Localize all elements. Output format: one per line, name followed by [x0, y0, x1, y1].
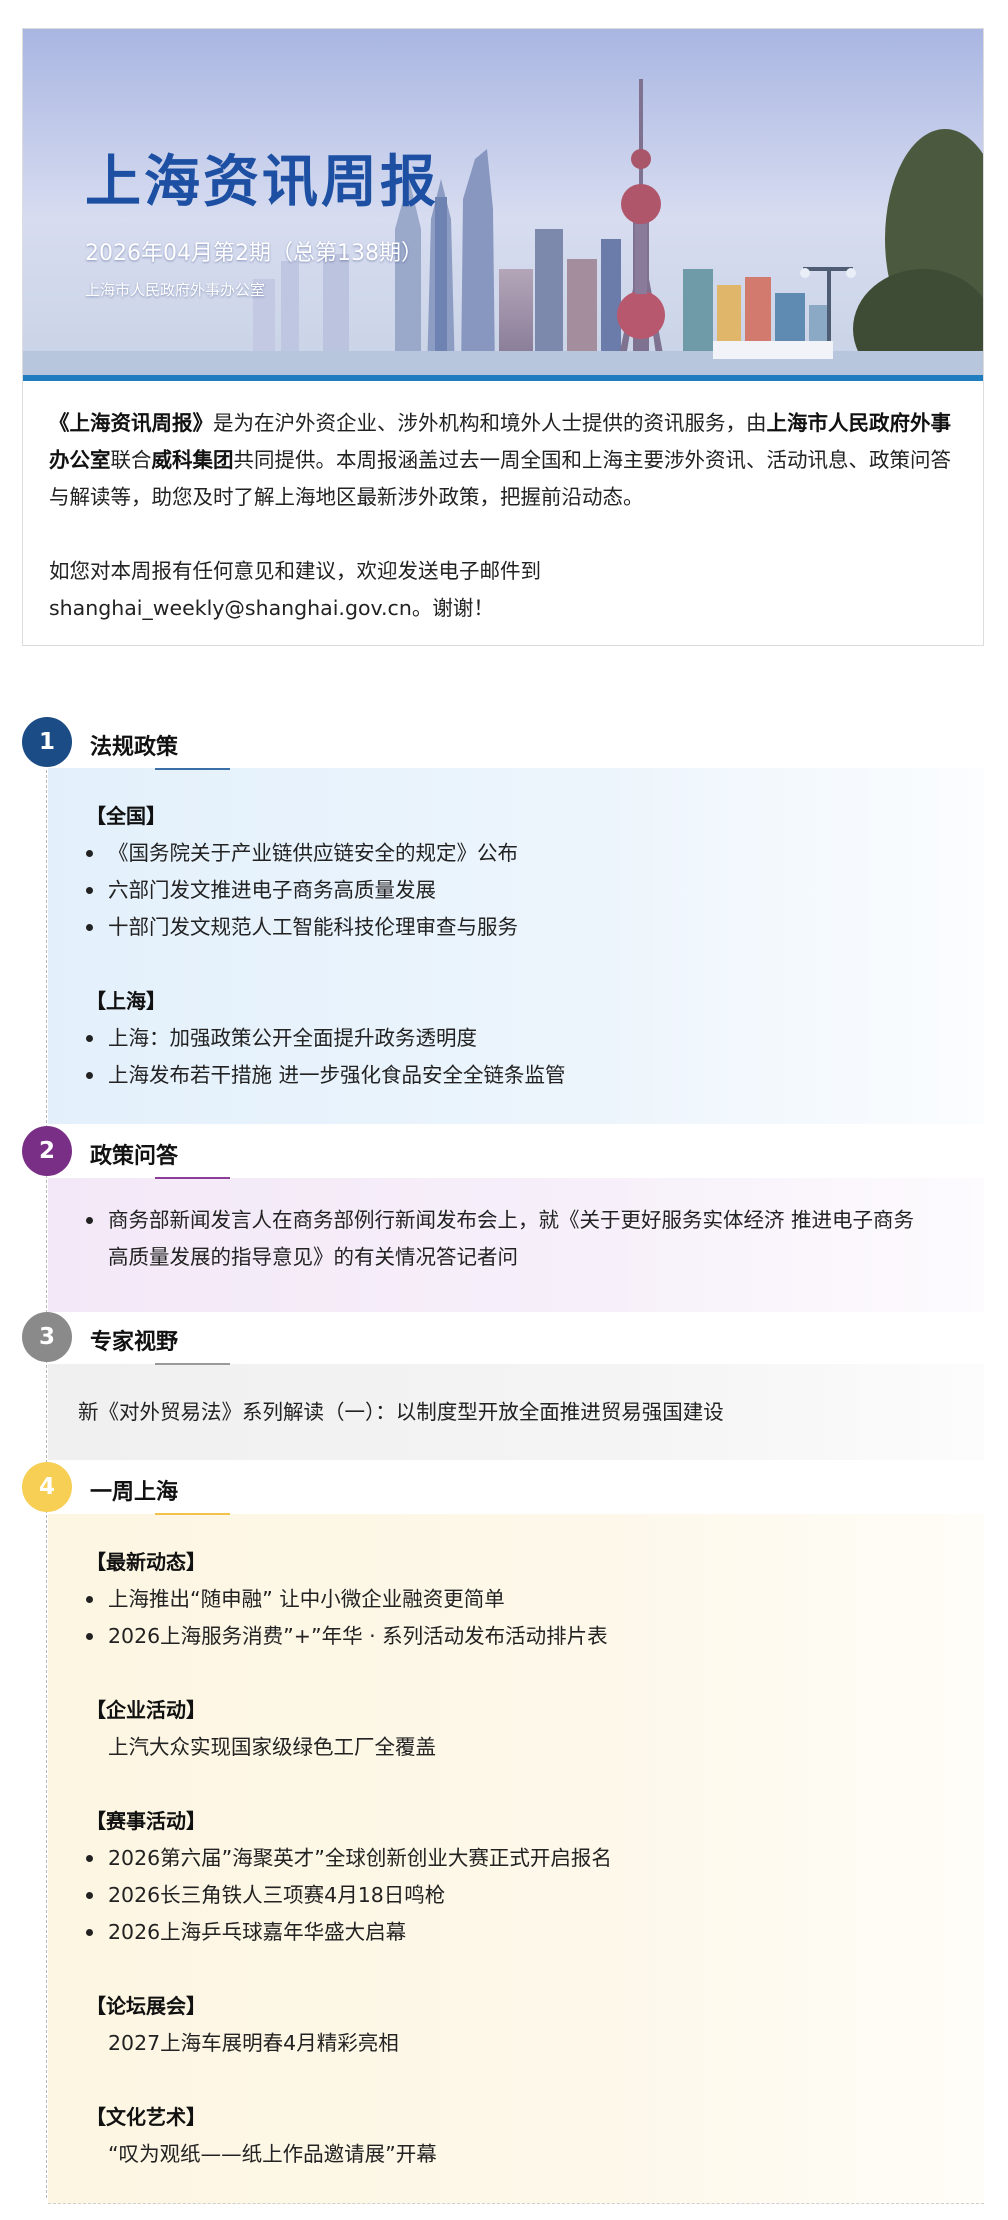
list-item[interactable]: 2027上海车展明春4月精彩亮相 — [48, 2025, 984, 2062]
section-3-title: 专家视野 — [90, 1330, 179, 1355]
section-1-underline — [155, 768, 230, 770]
intro-text: 《上海资讯周报》是为在沪外资企业、涉外机构和境外人士提供的资讯服务，由上海市人民… — [49, 405, 961, 627]
group-label: 【赛事活动】 — [86, 1809, 206, 1833]
list-item-continuation: 高质量发展的指导意见》的有关情况答记者问 — [108, 1245, 518, 1269]
list-item[interactable]: 上海推出“随申融” 让中小微企业融资更简单 — [48, 1581, 984, 1618]
intro-paragraph: 《上海资讯周报》是为在沪外资企业、涉外机构和境外人士提供的资讯服务，由上海市人民… — [49, 405, 961, 516]
group-label: 【最新动态】 — [86, 1550, 206, 1574]
section-4-panel: 【最新动态】 上海推出“随申融” 让中小微企业融资更简单 2026上海服务消费”… — [48, 1514, 984, 2204]
section-2-panel: 商务部新闻发言人在商务部例行新闻发布会上，就《关于更好服务实体经济 推进电子商务… — [48, 1178, 984, 1312]
intro-bold-term: 《上海资讯周报》 — [49, 411, 213, 435]
section-2-badge: 2 — [22, 1126, 72, 1176]
intro-text-run: 是为在沪外资企业、涉外机构和境外人士提供的资讯服务，由 — [213, 411, 767, 435]
list-item[interactable]: 2026第六届”海聚英才”全球创新创业大赛正式开启报名 — [48, 1840, 984, 1877]
list-item[interactable]: 上海发布若干措施 进一步强化食品安全全链条监管 — [48, 1057, 984, 1094]
section-3-underline — [155, 1363, 230, 1365]
intro-text-run: 联合 — [110, 448, 152, 472]
list-item[interactable]: 2026长三角铁人三项赛4月18日鸣枪 — [48, 1877, 984, 1914]
list-item[interactable]: 六部门发文推进电子商务高质量发展 — [48, 872, 984, 909]
section-3-panel: 新《对外贸易法》系列解读（一）：以制度型开放全面推进贸易强国建设 — [48, 1364, 984, 1460]
contact-paragraph: 如您对本周报有任何意见和建议，欢迎发送电子邮件到 shanghai_weekly… — [49, 553, 961, 627]
list-item[interactable]: 商务部新闻发言人在商务部例行新闻发布会上，就《关于更好服务实体经济 推进电子商务 — [48, 1202, 984, 1239]
list-item[interactable]: 2026上海服务消费”+”年华 · 系列活动发布活动排片表 — [48, 1618, 984, 1655]
intro-card: 上海资讯周报 2026年04月第2期（总第138期） 上海市人民政府外事办公室 … — [22, 28, 984, 646]
group-label: 【上海】 — [86, 989, 166, 1013]
section-1-badge: 1 — [22, 717, 72, 767]
section-4-title: 一周上海 — [90, 1480, 179, 1505]
group-label: 【文化艺术】 — [86, 2105, 206, 2129]
expert-article-link[interactable]: 新《对外贸易法》系列解读（一）：以制度型开放全面推进贸易强国建设 — [48, 1394, 984, 1431]
intro-bold-term: 威科集团 — [151, 448, 234, 472]
newsletter-title: 上海资讯周报 — [85, 150, 439, 215]
section-4-badge: 4 — [22, 1462, 72, 1512]
contact-email-link[interactable]: shanghai_weekly@shanghai.gov.cn。谢谢！ — [49, 596, 494, 620]
publisher-office: 上海市人民政府外事办公室 — [85, 281, 266, 299]
banner-accent-bar — [23, 375, 983, 381]
section-1-title: 法规政策 — [90, 735, 179, 760]
group-label: 【全国】 — [86, 804, 166, 828]
section-4-underline — [155, 1513, 230, 1515]
issue-number: 2026年04月第2期（总第138期） — [85, 241, 423, 266]
list-item[interactable]: 2026上海乒乓球嘉年华盛大启幕 — [48, 1914, 984, 1951]
list-item[interactable]: 《国务院关于产业链供应链安全的规定》公布 — [48, 835, 984, 872]
list-item[interactable]: 上海：加强政策公开全面提升政务透明度 — [48, 1020, 984, 1057]
list-item[interactable]: 上汽大众实现国家级绿色工厂全覆盖 — [48, 1729, 984, 1766]
section-3-badge: 3 — [22, 1312, 72, 1362]
list-item[interactable]: 十部门发文规范人工智能科技伦理审查与服务 — [48, 909, 984, 946]
section-2-title: 政策问答 — [90, 1144, 179, 1169]
contact-line: 如您对本周报有任何意见和建议，欢迎发送电子邮件到 — [49, 559, 541, 583]
group-label: 【企业活动】 — [86, 1698, 206, 1722]
section-1-panel: 【全国】 《国务院关于产业链供应链安全的规定》公布 六部门发文推进电子商务高质量… — [48, 768, 984, 1124]
group-label: 【论坛展会】 — [86, 1994, 206, 2018]
section-2-underline — [155, 1177, 230, 1179]
banner-image: 上海资讯周报 2026年04月第2期（总第138期） 上海市人民政府外事办公室 — [23, 29, 983, 375]
list-item[interactable]: “叹为观纸——纸上作品邀请展”开幕 — [48, 2136, 984, 2173]
